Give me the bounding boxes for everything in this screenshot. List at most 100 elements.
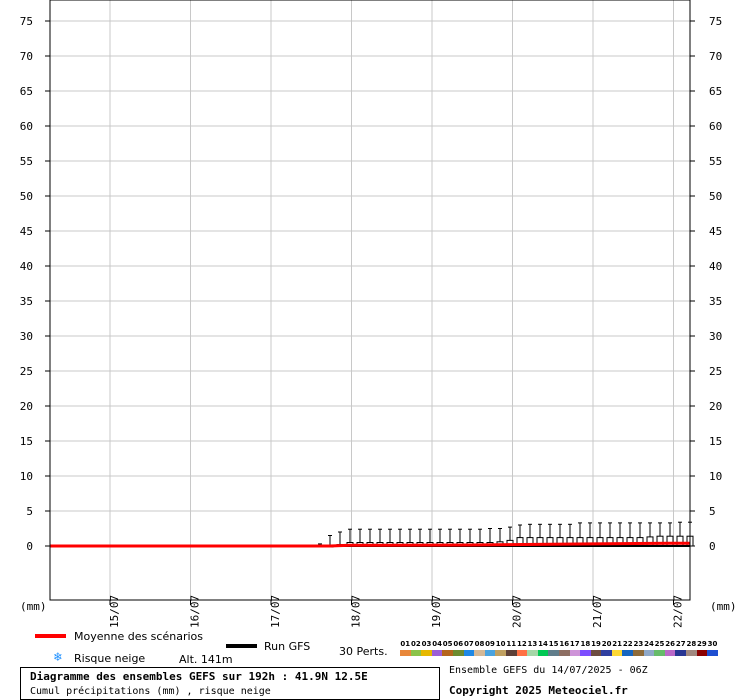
- y-tick-label-left: 50: [20, 190, 33, 203]
- perturbation-legend-item: 06: [452, 640, 464, 656]
- perturbation-swatch: [633, 650, 644, 656]
- y-tick-label-left: 5: [26, 505, 33, 518]
- snow-legend-label: Risque neige: [74, 652, 146, 665]
- perturbation-swatch: [474, 650, 485, 656]
- perturbation-swatch: [431, 650, 443, 656]
- perturbation-label: 26: [665, 640, 676, 648]
- perturbation-legend-item: 13: [527, 640, 538, 656]
- y-tick-label-right: 75: [709, 15, 722, 28]
- perturbation-label: 25: [654, 640, 665, 648]
- perturbation-swatch: [442, 650, 453, 656]
- perturbation-label: 23: [633, 640, 644, 648]
- y-tick-label-right: 40: [709, 260, 722, 273]
- perturbation-label: 16: [559, 640, 570, 648]
- y-tick-label-left: 40: [20, 260, 33, 273]
- perturbation-label: 10: [495, 640, 506, 648]
- perturbation-label: 13: [527, 640, 538, 648]
- perturbation-swatch: [516, 650, 528, 656]
- perturbation-label: 20: [601, 640, 612, 648]
- perturbation-swatch: [421, 650, 432, 656]
- y-tick-label-left: 55: [20, 155, 33, 168]
- snowflake-icon: ❄: [54, 650, 62, 665]
- perturbation-swatch: [569, 650, 581, 656]
- perturbation-legend-item: 22: [622, 640, 634, 656]
- chart-title: Diagramme des ensembles GEFS sur 192h : …: [30, 670, 368, 683]
- y-tick-label-right: 30: [709, 330, 722, 343]
- y-tick-label-right: 0: [709, 540, 716, 553]
- y-tick-label-right: 60: [709, 120, 722, 133]
- perturbation-legend-item: 30: [707, 640, 718, 656]
- perturbation-label: 21: [612, 640, 623, 648]
- perturbation-swatch: [452, 650, 464, 656]
- perturbation-swatch: [696, 650, 708, 656]
- gfs-legend-swatch: [226, 644, 257, 648]
- perturbation-label: 14: [538, 640, 548, 648]
- perturbation-legend-item: 19: [590, 640, 602, 656]
- perturbation-swatch: [495, 650, 506, 656]
- perturbation-legend-item: 27: [675, 640, 687, 656]
- perturbation-label: 17: [569, 640, 580, 648]
- perturbation-legend-item: 23: [633, 640, 644, 656]
- y-tick-label-right: 25: [709, 365, 722, 378]
- perturbation-swatch: [664, 650, 676, 656]
- perturbation-legend-item: 03: [421, 640, 432, 656]
- y-tick-label-left: 70: [20, 50, 33, 63]
- perturbation-label: 19: [591, 640, 601, 648]
- perturbation-legend-item: 24: [643, 640, 655, 656]
- plot-frame: [49, 0, 691, 601]
- grid-lines: [50, 0, 690, 600]
- perturbation-swatch: [527, 650, 538, 656]
- perturbation-label: 05: [442, 640, 453, 648]
- y-tick-label-right: 65: [709, 85, 722, 98]
- perturbation-legend-item: 20: [601, 640, 612, 656]
- perturbation-label: 29: [697, 640, 707, 648]
- y-tick-label-right: 15: [709, 435, 722, 448]
- perturbation-legend-item: 08: [474, 640, 485, 656]
- perturbation-label: 24: [644, 640, 654, 648]
- perturbation-swatch: [463, 650, 475, 656]
- perturbation-swatch: [611, 650, 623, 656]
- perturbation-label: 02: [411, 640, 421, 648]
- y-tick-label-left: 10: [20, 470, 33, 483]
- perturbation-legend-item: 02: [410, 640, 422, 656]
- perturbation-label: 07: [463, 640, 474, 648]
- y-tick-label-left: 65: [20, 85, 33, 98]
- y-axis-label-right: (mm): [710, 600, 737, 613]
- perturbation-swatch: [400, 650, 411, 656]
- perturbation-label: 01: [400, 640, 411, 648]
- y-tick-label-right: 20: [709, 400, 722, 413]
- y-tick-label-left: 15: [20, 435, 33, 448]
- perturbation-legend-item: 07: [463, 640, 475, 656]
- y-tick-label-right: 70: [709, 50, 722, 63]
- perturbation-swatch: [654, 650, 665, 656]
- perturbation-swatch: [505, 650, 517, 656]
- perturbation-label: 11: [506, 640, 517, 648]
- perturbation-swatch: [643, 650, 655, 656]
- perturbation-legend-item: 09: [484, 640, 496, 656]
- perturbation-swatch: [537, 650, 549, 656]
- perturbation-legend-item: 04: [431, 640, 443, 656]
- altitude-label: Alt. 141m: [179, 653, 233, 666]
- y-tick-label-right: 35: [709, 295, 722, 308]
- perturbation-label: 15: [548, 640, 559, 648]
- y-tick-label-left: 30: [20, 330, 33, 343]
- perturbation-swatch: [686, 650, 697, 656]
- precipitation-chart: 0 05 510 1015 1520 2025 2530 3035 3540 4045 4550 50…: [20, 0, 737, 628]
- perturbation-swatch: [484, 650, 496, 656]
- perturbation-legend-item: 28: [686, 640, 697, 656]
- perturbation-swatch: [675, 650, 687, 656]
- y-tick-label-left: 75: [20, 15, 33, 28]
- perturbation-legend-item: 21: [611, 640, 623, 656]
- y-tick-label-left: 60: [20, 120, 33, 133]
- perturbation-label: 22: [622, 640, 633, 648]
- y-tick-label-left: 45: [20, 225, 33, 238]
- perturbation-label: 18: [580, 640, 591, 648]
- perturbation-legend-item: 25: [654, 640, 665, 656]
- perturbation-swatch: [590, 650, 602, 656]
- y-tick-label-right: 10: [709, 470, 722, 483]
- perturbation-label: 06: [453, 640, 464, 648]
- y-tick-label-right: 45: [709, 225, 722, 238]
- perturbation-swatch: [580, 650, 591, 656]
- perturbation-legend-item: 10: [495, 640, 506, 656]
- copyright: Copyright 2025 Meteociel.fr: [449, 684, 628, 697]
